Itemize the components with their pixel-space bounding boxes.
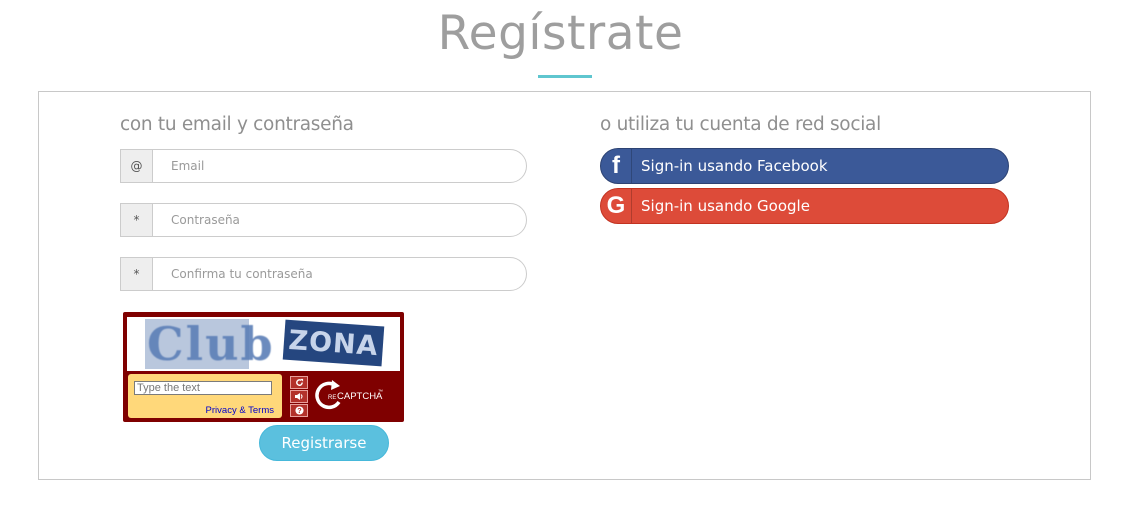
recaptcha-logo-prefix: RE [328, 395, 336, 401]
facebook-signin-label: Sign-in usando Facebook [641, 157, 828, 175]
google-signin-label: Sign-in usando Google [641, 197, 810, 215]
registration-panel: con tu email y contraseña @ * * Club ZON… [38, 91, 1091, 480]
page-title: Regístrate [437, 6, 684, 61]
recaptcha-logo-tm: ™ [378, 389, 383, 395]
at-icon: @ [120, 149, 152, 183]
captcha-image: Club ZONA [127, 317, 400, 371]
asterisk-icon: * [120, 257, 152, 291]
captcha-word-2-text: ZONA [287, 324, 380, 362]
captcha-word-1: Club [145, 317, 273, 371]
google-signin-button[interactable]: G Sign-in usando Google [600, 188, 1009, 224]
email-field-group: @ [120, 149, 527, 183]
captcha-input[interactable] [134, 381, 272, 395]
asterisk-icon: * [120, 203, 152, 237]
captcha-word-2: ZONA [282, 319, 385, 367]
title-underline [538, 75, 592, 78]
email-input[interactable] [152, 149, 527, 183]
email-section-heading: con tu email y contraseña [120, 114, 354, 135]
svg-text:?: ? [297, 406, 301, 415]
captcha-word-1-text: Club [147, 317, 275, 371]
speaker-icon[interactable] [290, 390, 308, 403]
recaptcha-logo: RE CAPTCHA ™ [315, 380, 383, 410]
facebook-signin-button[interactable]: f Sign-in usando Facebook [600, 148, 1009, 184]
recaptcha-widget: Club ZONA Privacy & Terms ? RE CAPTCHA ™ [123, 312, 404, 422]
social-section-heading: o utiliza tu cuenta de red social [600, 114, 881, 135]
password-field-group: * [120, 203, 527, 237]
confirm-password-field-group: * [120, 257, 527, 291]
google-icon: G [601, 189, 632, 223]
privacy-terms-link[interactable]: Privacy & Terms [206, 405, 274, 416]
reload-icon[interactable] [290, 376, 308, 389]
captcha-input-box: Privacy & Terms [128, 374, 282, 418]
help-icon[interactable]: ? [290, 404, 308, 417]
confirm-password-input[interactable] [152, 257, 527, 291]
register-button[interactable]: Registrarse [259, 425, 389, 461]
recaptcha-logo-text: CAPTCHA [337, 391, 383, 402]
password-input[interactable] [152, 203, 527, 237]
facebook-icon: f [601, 149, 632, 183]
